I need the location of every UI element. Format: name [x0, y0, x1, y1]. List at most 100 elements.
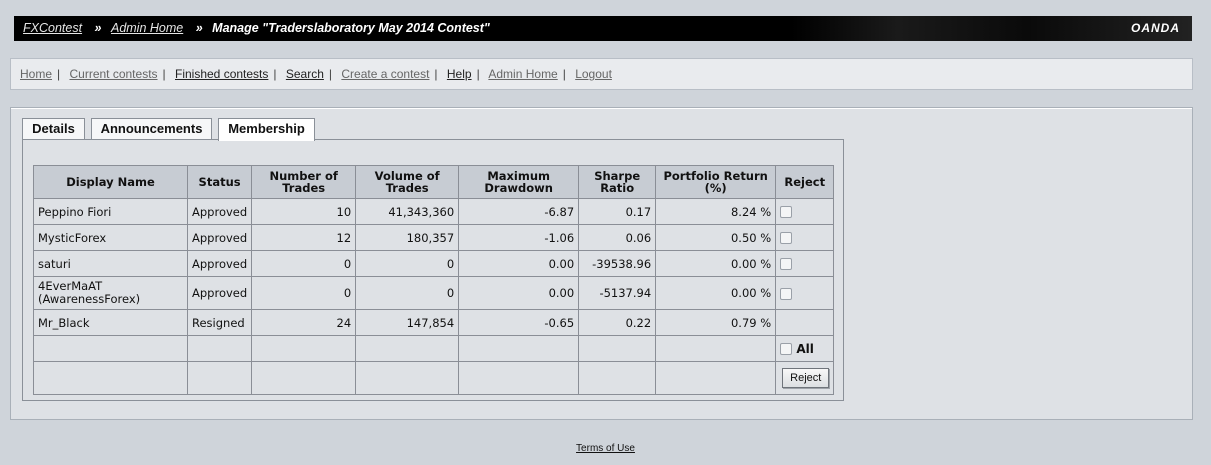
empty-cell [458, 335, 580, 362]
tab-details[interactable]: Details [22, 118, 85, 139]
content-panel: Details Announcements Membership Display… [10, 107, 1193, 420]
display-name-cell: saturi [33, 250, 188, 277]
empty-cell [186, 361, 253, 395]
sharpe-cell: 0.06 [578, 224, 657, 251]
nav-divider: | [162, 67, 166, 81]
membership-tab-panel: Display Name Status Number of Trades Vol… [22, 139, 844, 401]
main-nav: Home | Current contests | Finished contest… [10, 58, 1193, 90]
reject-button[interactable]: Reject [782, 368, 830, 388]
reject-checkbox[interactable] [780, 206, 793, 218]
nav-home-link[interactable]: Home [20, 67, 52, 81]
empty-cell [655, 361, 777, 395]
empty-cell [33, 335, 188, 362]
empty-cell [251, 361, 357, 395]
return-cell: 8.24 % [655, 198, 777, 225]
select-all-cell: All [775, 335, 835, 362]
col-status: Status [186, 165, 253, 199]
nav-divider: | [273, 67, 277, 81]
drawdown-cell: 0.00 [458, 276, 580, 310]
volume-cell: 147,854 [355, 309, 460, 336]
volume-cell: 41,343,360 [355, 198, 460, 225]
status-cell: Approved [186, 198, 253, 225]
nav-search-link[interactable]: Search [286, 67, 324, 81]
col-number-of-trades: Number of Trades [251, 165, 357, 199]
empty-cell [655, 335, 777, 362]
trades-cell: 10 [251, 198, 357, 225]
return-cell: 0.00 % [655, 250, 777, 277]
nav-finished-contests-link[interactable]: Finished contests [175, 67, 268, 81]
nav-logout-link[interactable]: Logout [575, 67, 612, 81]
terms-of-use-link[interactable]: Terms of Use [576, 443, 635, 454]
reject-cell [775, 224, 835, 251]
status-cell: Approved [186, 276, 253, 310]
oanda-logo: OANDA [1131, 21, 1180, 35]
nav-create-contest-link[interactable]: Create a contest [341, 67, 429, 81]
col-portfolio-return: Portfolio Return (%) [655, 165, 777, 199]
reject-checkbox[interactable] [780, 287, 793, 300]
reject-cell [775, 276, 835, 310]
tab-announcements[interactable]: Announcements [91, 118, 212, 139]
select-all-checkbox[interactable] [780, 343, 793, 355]
breadcrumb-fxcontest-link[interactable]: FXContest [23, 21, 82, 35]
trades-cell: 0 [251, 276, 357, 310]
drawdown-cell: -0.65 [458, 309, 580, 336]
drawdown-cell: -1.06 [458, 224, 580, 251]
table-row: MysticForex Approved 12 180,357 -1.06 0.… [33, 224, 835, 251]
page-title: Manage "Traderslaboratory May 2014 Conte… [212, 21, 490, 35]
sharpe-cell: 0.17 [578, 198, 657, 225]
reject-cell [775, 250, 835, 277]
nav-divider: | [57, 67, 61, 81]
nav-divider: | [476, 67, 480, 81]
table-row: 4EverMaAT (AwarenessForex) Approved 0 0 … [33, 276, 835, 310]
col-maximum-drawdown: Maximum Drawdown [458, 165, 580, 199]
nav-divider: | [562, 67, 566, 81]
trades-cell: 0 [251, 250, 357, 277]
membership-table: Display Name Status Number of Trades Vol… [33, 165, 835, 395]
reject-button-cell: Reject [775, 361, 835, 395]
col-reject: Reject [775, 165, 835, 199]
empty-cell [355, 335, 460, 362]
return-cell: 0.00 % [655, 276, 777, 310]
table-row: saturi Approved 0 0 0.00 -39538.96 0.00 … [33, 250, 835, 277]
empty-cell [578, 335, 657, 362]
nav-help-link[interactable]: Help [447, 67, 472, 81]
col-display-name: Display Name [33, 165, 188, 199]
nav-admin-home-link[interactable]: Admin Home [488, 67, 557, 81]
reject-checkbox[interactable] [780, 258, 793, 270]
display-name-cell: MysticForex [33, 224, 188, 251]
col-sharpe-ratio: Sharpe Ratio [578, 165, 657, 199]
top-header-bar: FXContest » Admin Home » Manage "Traders… [14, 16, 1192, 41]
breadcrumb-admin-home-link[interactable]: Admin Home [111, 21, 183, 35]
display-name-cell: Peppino Fiori [33, 198, 188, 225]
reject-cell [775, 198, 835, 225]
volume-cell: 0 [355, 276, 460, 310]
nav-current-contests-link[interactable]: Current contests [69, 67, 157, 81]
tab-membership[interactable]: Membership [218, 118, 315, 141]
status-cell: Approved [186, 224, 253, 251]
table-header-row: Display Name Status Number of Trades Vol… [33, 165, 835, 199]
table-row: Mr_Black Resigned 24 147,854 -0.65 0.22 … [33, 309, 835, 336]
select-all-row: All [33, 335, 835, 362]
empty-cell [458, 361, 580, 395]
reject-checkbox[interactable] [780, 232, 793, 244]
empty-cell [251, 335, 357, 362]
trades-cell: 12 [251, 224, 357, 251]
table-row: Peppino Fiori Approved 10 41,343,360 -6.… [33, 198, 835, 225]
nav-divider: | [328, 67, 333, 81]
empty-cell [33, 361, 188, 395]
breadcrumb-separator: » [195, 21, 203, 35]
display-name-cell: Mr_Black [33, 309, 188, 336]
sharpe-cell: 0.22 [578, 309, 657, 336]
breadcrumb-separator: » [94, 21, 102, 35]
empty-cell [186, 335, 253, 362]
volume-cell: 0 [355, 250, 460, 277]
footer: Terms of Use [0, 443, 1211, 454]
nav-divider: | [434, 67, 438, 81]
drawdown-cell: -6.87 [458, 198, 580, 225]
return-cell: 0.50 % [655, 224, 777, 251]
drawdown-cell: 0.00 [458, 250, 580, 277]
return-cell: 0.79 % [655, 309, 777, 336]
select-all-label: All [796, 341, 814, 356]
status-cell: Approved [186, 250, 253, 277]
volume-cell: 180,357 [355, 224, 460, 251]
